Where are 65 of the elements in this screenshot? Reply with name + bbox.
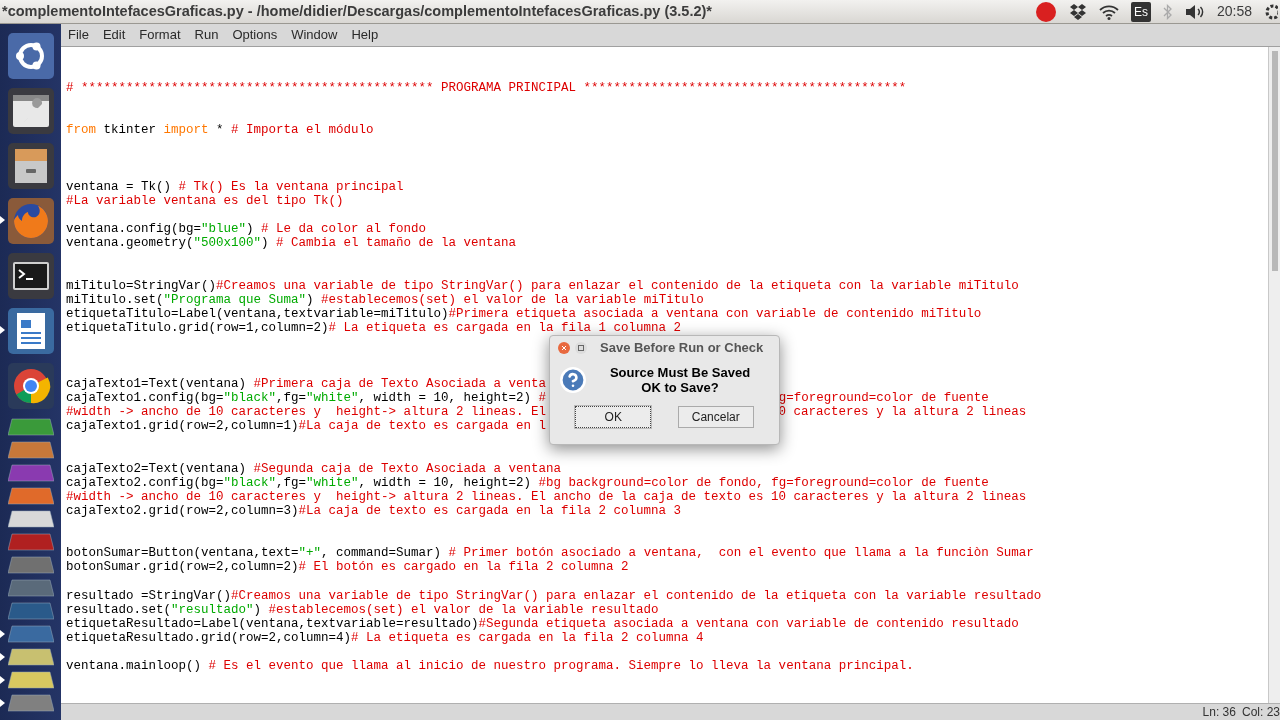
code-line: # *********************************************** PROGRAMA PRINCIPAL ******************************************* [66, 81, 907, 96]
clock-text[interactable]: 20:58 [1216, 1, 1252, 22]
dialog-message: Source Must Be Saved [609, 365, 751, 380]
code-line: ventana.mainloop() # Es el evento que llama al inicio de nuestro programa. Siempre lo lleva la ventana principal. [66, 659, 914, 674]
help-icon [559, 366, 587, 394]
ubuntu-logo-icon[interactable] [7, 32, 54, 79]
code-line: etiquetaTitulo.grid(row=1,column=2)# La etiqueta es cargada en la fila 1 columna 2 [66, 320, 682, 335]
menu-item[interactable]: Edit [102, 25, 126, 45]
code-line: #width -> ancho de 10 caracteres y height-> altura 2 lineas. El ancho de la caja de texto es 10 caracteres y la altura 2 lineas [66, 489, 1027, 505]
code-line: miTitulo.set("Programa que Suma") #establecemos(set) el valor de la variable miTitulo [66, 292, 704, 307]
menu-item[interactable]: File [68, 25, 89, 45]
code-line: ventana = Tk() # Tk() Es la ventana principal [66, 179, 404, 194]
code-line: cajaTexto2.config(bg="black",fg="white", width = 10, height=2) #bg background=color de fondo, fg=foreground=color de fuente [66, 475, 989, 490]
code-line: #La variable ventana es del tipo Tk() [66, 193, 344, 209]
volume-icon[interactable] [1184, 3, 1205, 20]
dialog-message: OK to Save? [641, 380, 719, 395]
code-line: cajaTexto1.config(bg="black",fg="white", width = 10, height=2) # [66, 391, 547, 406]
code-line: ventana.config(bg="blue") # Le da color al fondo [66, 222, 427, 237]
menu-item[interactable]: Help [351, 25, 379, 45]
wifi-icon[interactable] [1098, 3, 1119, 20]
firefox-icon[interactable] [7, 197, 54, 244]
app-icon[interactable] [7, 669, 54, 690]
code-line-fragment: g=foreground=color de fuente [778, 391, 989, 406]
keyboard-layout-indicator[interactable]: Es [1130, 1, 1151, 22]
code-line: etiquetaResultado=Label(ventana,textvariable=resultado)#Segunda etiqueta asociada a ventana con variable de contenido resultado [66, 616, 1019, 631]
terminal-icon[interactable] [7, 252, 54, 299]
code-line: cajaTexto2.grid(row=2,column=3)#La caja de texto es cargada en la fila 2 columna 3 [66, 504, 682, 519]
code-editor[interactable] [61, 47, 1268, 703]
code-line: ventana.geometry("500x100") # Cambia el tamaño de la ventana [66, 236, 517, 251]
dialog-button[interactable]: Cancelar [677, 406, 754, 428]
code-line: cajaTexto1=Text(ventana) #Primera caja de Texto Asociada a venta [66, 377, 547, 392]
menu-item[interactable]: Run [194, 25, 219, 45]
document-icon[interactable] [7, 307, 54, 354]
code-line: resultado.set("resultado") #establecemos(set) el valor de la variable resultado [66, 602, 659, 617]
line-number-text: Ln: 36 [1202, 704, 1236, 720]
code-line: cajaTexto2=Text(ventana) #Segunda caja de Texto Asociada a ventana [66, 461, 562, 476]
dropbox-icon[interactable] [1068, 3, 1087, 20]
code-line: resultado =StringVar()#Creamos una variable de tipo StringVar() para enlazar el contenido de la etiqueta con la variable resultado [66, 588, 1042, 603]
window-title: *complementoIntefacesGraficas.py - /home/didier/Descargas/complementoIntefacesGraficas.py (3.5.2)* [2, 1, 713, 21]
dialog-title: Save Before Run or Check [600, 340, 764, 356]
code-line: botonSumar=Button(ventana,text="+", command=Sumar) # Primer botón asociado a ventana, con el evento que llama a la funciòn Sumar [66, 546, 1034, 561]
column-number-text: Col: 23 [1241, 704, 1280, 720]
menu-item[interactable]: Options [232, 25, 278, 45]
record-icon[interactable] [1034, 0, 1057, 23]
code-line: botonSumar.grid(row=2,column=2)# El botón es cargado en la fila 2 columna 2 [66, 560, 629, 575]
maximize-icon[interactable] [575, 342, 587, 354]
app-icon[interactable] [7, 692, 54, 713]
code-line: from tkinter import * # Importa el módulo [66, 123, 374, 138]
menu-item[interactable]: Window [291, 25, 338, 45]
dialog-button[interactable]: OK [575, 406, 652, 428]
app-icon[interactable] [7, 416, 54, 437]
app-icon[interactable] [7, 485, 54, 506]
app-icon[interactable] [7, 646, 54, 667]
code-line: cajaTexto1.grid(row=2,column=1)#La caja de texto es cargada en l [66, 419, 547, 434]
close-icon[interactable] [558, 342, 570, 354]
code-line: #width -> ancho de 10 caracteres y height-> altura 2 lineas. El [66, 405, 547, 420]
app-icon[interactable] [7, 508, 54, 529]
code-line: etiquetaTitulo=Label(ventana,textvariable=miTitulo)#Primera etiqueta asociada a ventana con variable de contenido miTitulo [66, 306, 982, 321]
code-line: etiquetaResultado.grid(row=2,column=4)# La etiqueta es cargada en la fila 2 columna 4 [66, 630, 704, 645]
file-cabinet-icon[interactable] [7, 142, 54, 189]
scrollbar[interactable] [1268, 47, 1280, 703]
chrome-icon[interactable] [7, 362, 54, 409]
menu-item[interactable]: Format [139, 25, 181, 45]
code-line: miTitulo=StringVar()#Creamos una variable de tipo StringVar() para enlazar el contenido de la etiqueta con la variable miTitulo [66, 278, 1019, 293]
app-icon[interactable] [7, 439, 54, 460]
